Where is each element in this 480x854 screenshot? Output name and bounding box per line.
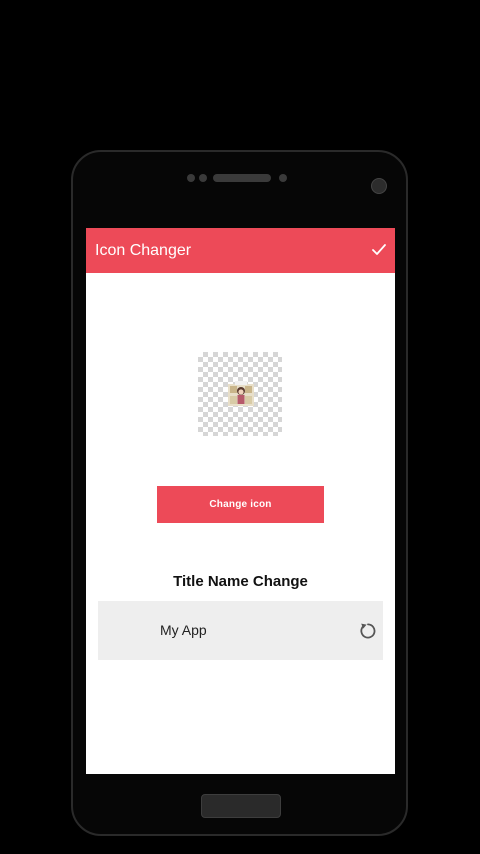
sensor-dot <box>279 174 287 182</box>
sensor-dot <box>199 174 207 182</box>
app-bar-title: Icon Changer <box>95 242 192 259</box>
app-name-field[interactable]: My App <box>160 622 207 638</box>
icon-preview[interactable] <box>198 352 282 436</box>
device-mockup-background: Icon Changer Change icon Title Name Chan… <box>0 0 480 854</box>
front-camera <box>371 178 387 194</box>
check-icon[interactable] <box>372 244 386 256</box>
change-icon-button[interactable]: Change icon <box>157 486 324 523</box>
app-name-row[interactable]: My App <box>98 601 383 660</box>
app-bar: Icon Changer <box>86 228 395 273</box>
reset-icon[interactable] <box>358 621 378 641</box>
app-icon-image <box>228 381 254 406</box>
sensor-dot <box>187 174 195 182</box>
home-button[interactable] <box>201 794 281 818</box>
app-screen: Icon Changer Change icon Title Name Chan… <box>86 228 395 774</box>
earpiece-speaker <box>213 174 271 182</box>
title-name-change-heading: Title Name Change <box>173 573 308 590</box>
